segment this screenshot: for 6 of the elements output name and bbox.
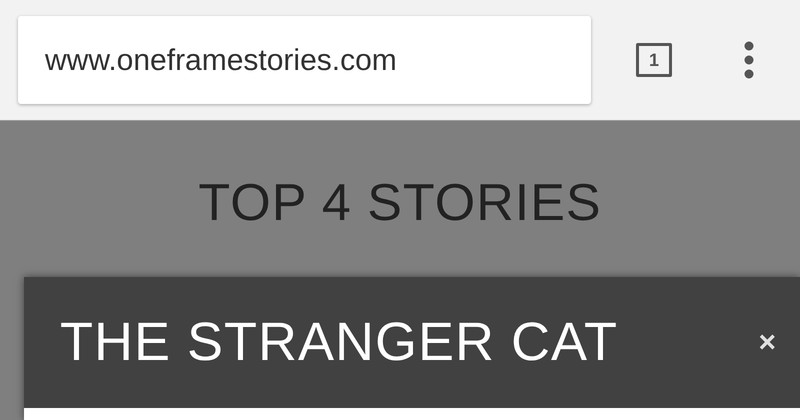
page-heading: TOP 4 STORIES xyxy=(198,173,602,234)
menu-icon[interactable] xyxy=(744,41,754,79)
close-button[interactable]: × xyxy=(758,328,776,358)
tab-count-button[interactable]: 1 xyxy=(636,43,672,77)
address-bar[interactable]: www.oneframestories.com xyxy=(18,16,591,104)
dialog-title: THE STRANGER CAT xyxy=(60,311,620,374)
